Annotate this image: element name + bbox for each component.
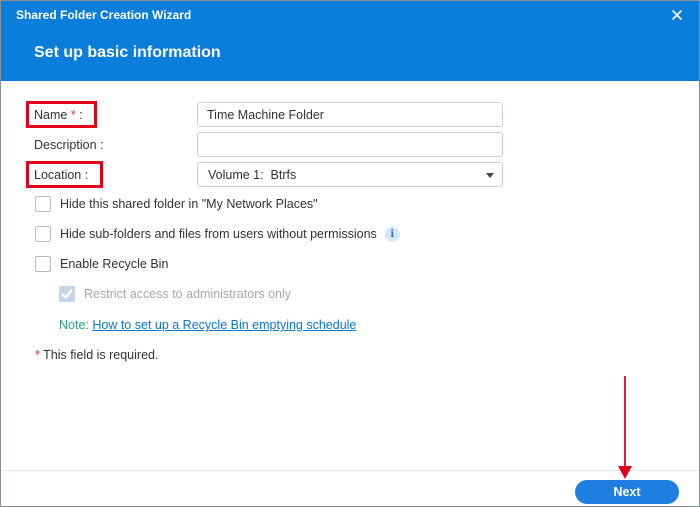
location-annotation-box [26,161,103,188]
close-icon[interactable] [669,7,685,23]
checkmark-icon [61,289,73,299]
wizard-header: Shared Folder Creation Wizard Set up bas… [1,1,699,81]
hide-folder-option: Hide this shared folder in "My Network P… [35,196,318,212]
next-button[interactable]: Next [575,480,679,504]
recycle-bin-checkbox[interactable] [35,256,51,272]
restrict-admin-label: Restrict access to administrators only [84,287,292,301]
description-input[interactable] [197,132,503,157]
required-field-note: * This field is required. [35,348,158,362]
page-heading: Set up basic information [34,44,221,61]
location-select[interactable]: Volume 1: Btrfs [197,162,503,187]
description-label: Description : [34,138,104,152]
restrict-admin-option: Restrict access to administrators only [59,286,291,302]
note-prefix: Note: [59,318,93,332]
wizard-window: Shared Folder Creation Wizard Set up bas… [0,0,700,507]
restrict-admin-checkbox[interactable] [59,286,75,302]
required-note-text: This field is required. [39,348,159,362]
footer-divider [1,470,699,471]
chevron-down-icon [486,173,494,178]
hide-folder-checkbox[interactable] [35,196,51,212]
window-title: Shared Folder Creation Wizard [16,8,192,22]
hide-subfolders-label: Hide sub-folders and files from users wi… [60,227,377,241]
location-select-value: Volume 1: Btrfs [208,168,297,182]
info-icon[interactable]: i [384,226,400,242]
recycle-bin-option: Enable Recycle Bin [35,256,168,272]
recycle-bin-note: Note: How to set up a Recycle Bin emptyi… [59,318,356,332]
name-annotation-box [26,101,97,128]
recycle-bin-label: Enable Recycle Bin [60,257,169,271]
recycle-bin-schedule-link[interactable]: How to set up a Recycle Bin emptying sch… [92,318,356,332]
hide-subfolders-checkbox[interactable] [35,226,51,242]
hide-folder-label: Hide this shared folder in "My Network P… [60,197,318,211]
hide-subfolders-option: Hide sub-folders and files from users wi… [35,226,400,242]
name-input[interactable] [197,102,503,127]
annotation-arrow-icon [618,376,632,479]
